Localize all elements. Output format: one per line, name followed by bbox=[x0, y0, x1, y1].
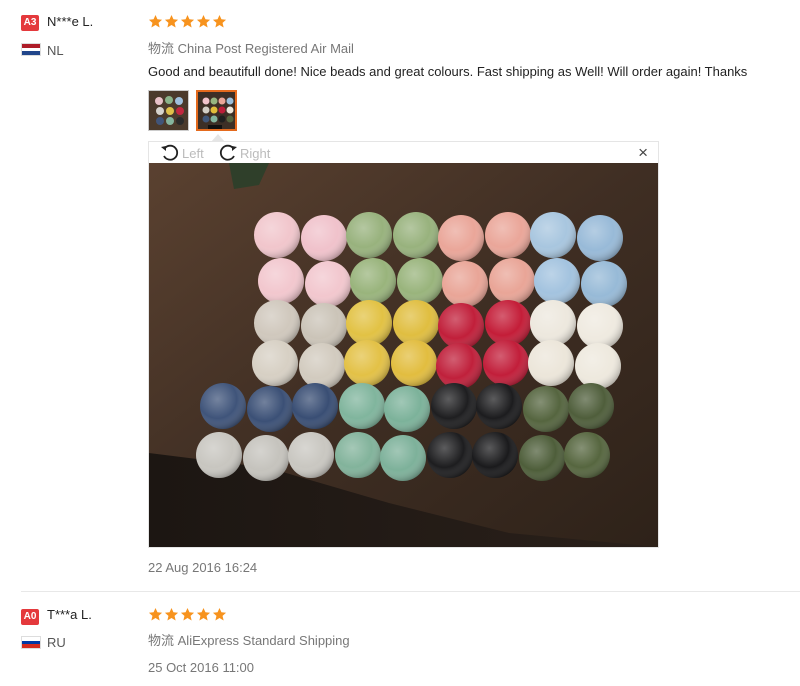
bead-shading bbox=[530, 212, 576, 258]
star-icon bbox=[180, 607, 195, 621]
bead-shading bbox=[301, 215, 347, 261]
bead-shading bbox=[568, 383, 614, 429]
rotate-right-label: Right bbox=[240, 145, 271, 161]
bead-shading bbox=[288, 432, 334, 478]
country-flag-icon bbox=[21, 636, 41, 649]
photo-viewer: Left Right × bbox=[148, 134, 659, 548]
rotate-right-icon bbox=[219, 144, 237, 161]
buyer-level-badge: A3 bbox=[21, 15, 39, 31]
bead-shading bbox=[438, 303, 484, 349]
rotate-left-label: Left bbox=[182, 145, 204, 161]
bead-shading bbox=[292, 383, 338, 429]
bead-shading bbox=[397, 258, 443, 304]
bead-shading bbox=[247, 386, 293, 432]
bead-shading bbox=[427, 432, 473, 478]
viewer-pointer bbox=[211, 134, 225, 142]
star-icon bbox=[180, 14, 195, 28]
review-photo bbox=[149, 163, 658, 547]
bead-shading bbox=[489, 258, 535, 304]
bead-shading bbox=[391, 340, 437, 386]
bead-shading bbox=[350, 258, 396, 304]
star-rating bbox=[148, 607, 227, 622]
star-icon bbox=[164, 14, 179, 28]
bead-shading bbox=[431, 383, 477, 429]
bead-shading bbox=[519, 435, 565, 481]
bead-shading bbox=[200, 383, 246, 429]
bead-shading bbox=[380, 435, 426, 481]
star-icon bbox=[196, 607, 211, 621]
shipping-method: 物流 AliExpress Standard Shipping bbox=[148, 630, 350, 649]
review-date: 22 Aug 2016 16:24 bbox=[148, 560, 258, 575]
bead-shading bbox=[436, 343, 482, 389]
review-photo-image bbox=[149, 163, 658, 547]
shipping-prefix: 物流 bbox=[148, 633, 175, 648]
bead-shading bbox=[577, 303, 623, 349]
bead-shading bbox=[483, 340, 529, 386]
reviewer-country: RU bbox=[47, 635, 66, 650]
rotate-left-icon bbox=[161, 144, 179, 161]
bead-shading bbox=[485, 300, 531, 346]
bead-shading bbox=[254, 300, 300, 346]
bead-shading bbox=[581, 261, 627, 307]
shipping-name: China Post Registered Air Mail bbox=[177, 41, 354, 56]
bead-shading bbox=[299, 343, 345, 389]
bead-shading bbox=[346, 212, 392, 258]
review-item: A3 N***e L. NL 物流 China Post Registered … bbox=[0, 0, 800, 592]
star-icon bbox=[164, 607, 179, 621]
bead-shading bbox=[196, 432, 242, 478]
review-date: 25 Oct 2016 11:00 bbox=[148, 660, 255, 675]
star-rating bbox=[148, 14, 227, 29]
bead-shading bbox=[243, 435, 289, 481]
rotate-right-button[interactable]: Right bbox=[218, 144, 270, 162]
bead-shading bbox=[258, 258, 304, 304]
review-text: Good and beautifull done! Nice beads and… bbox=[148, 64, 748, 79]
star-icon bbox=[148, 14, 163, 28]
bead-shading bbox=[442, 261, 488, 307]
bead-shading bbox=[485, 212, 531, 258]
viewer-toolbar: Left Right × bbox=[149, 142, 658, 163]
bead-shading bbox=[301, 303, 347, 349]
review-item: A0 T***a L. RU 物流 AliExpress Standard Sh… bbox=[0, 592, 800, 686]
shipping-prefix: 物流 bbox=[148, 41, 175, 56]
bead-shading bbox=[339, 383, 385, 429]
bead-shading bbox=[472, 432, 518, 478]
bead-shading bbox=[575, 343, 621, 389]
star-icon bbox=[196, 14, 211, 28]
bead-shading bbox=[254, 212, 300, 258]
star-icon bbox=[148, 607, 163, 621]
bead-shading bbox=[393, 300, 439, 346]
reviewer-country: NL bbox=[47, 43, 64, 58]
bead-shading bbox=[530, 300, 576, 346]
photo-thumbnail-selected[interactable] bbox=[196, 90, 237, 131]
bead-shading bbox=[335, 432, 381, 478]
bead-shading bbox=[384, 386, 430, 432]
reviewer-name: N***e L. bbox=[47, 14, 94, 29]
bead-shading bbox=[528, 340, 574, 386]
rotate-left-button[interactable]: Left bbox=[160, 144, 204, 162]
bead-shading bbox=[252, 340, 298, 386]
buyer-level-badge: A0 bbox=[21, 609, 39, 625]
bead-shading bbox=[344, 340, 390, 386]
bead-shading bbox=[534, 258, 580, 304]
star-icon bbox=[212, 607, 227, 621]
bead-shading bbox=[577, 215, 623, 261]
reviewer-name: T***a L. bbox=[47, 607, 92, 622]
bead-shading bbox=[438, 215, 484, 261]
bead-shading bbox=[564, 432, 610, 478]
close-icon[interactable]: × bbox=[638, 143, 648, 163]
shipping-method: 物流 China Post Registered Air Mail bbox=[148, 38, 354, 57]
country-flag-icon bbox=[21, 43, 41, 56]
bead-shading bbox=[523, 386, 569, 432]
photo-thumbnail[interactable] bbox=[148, 90, 189, 131]
bead-shading bbox=[346, 300, 392, 346]
star-icon bbox=[212, 14, 227, 28]
bead-shading bbox=[305, 261, 351, 307]
shipping-name: AliExpress Standard Shipping bbox=[177, 633, 350, 648]
bead-shading bbox=[476, 383, 522, 429]
bead-shading bbox=[393, 212, 439, 258]
